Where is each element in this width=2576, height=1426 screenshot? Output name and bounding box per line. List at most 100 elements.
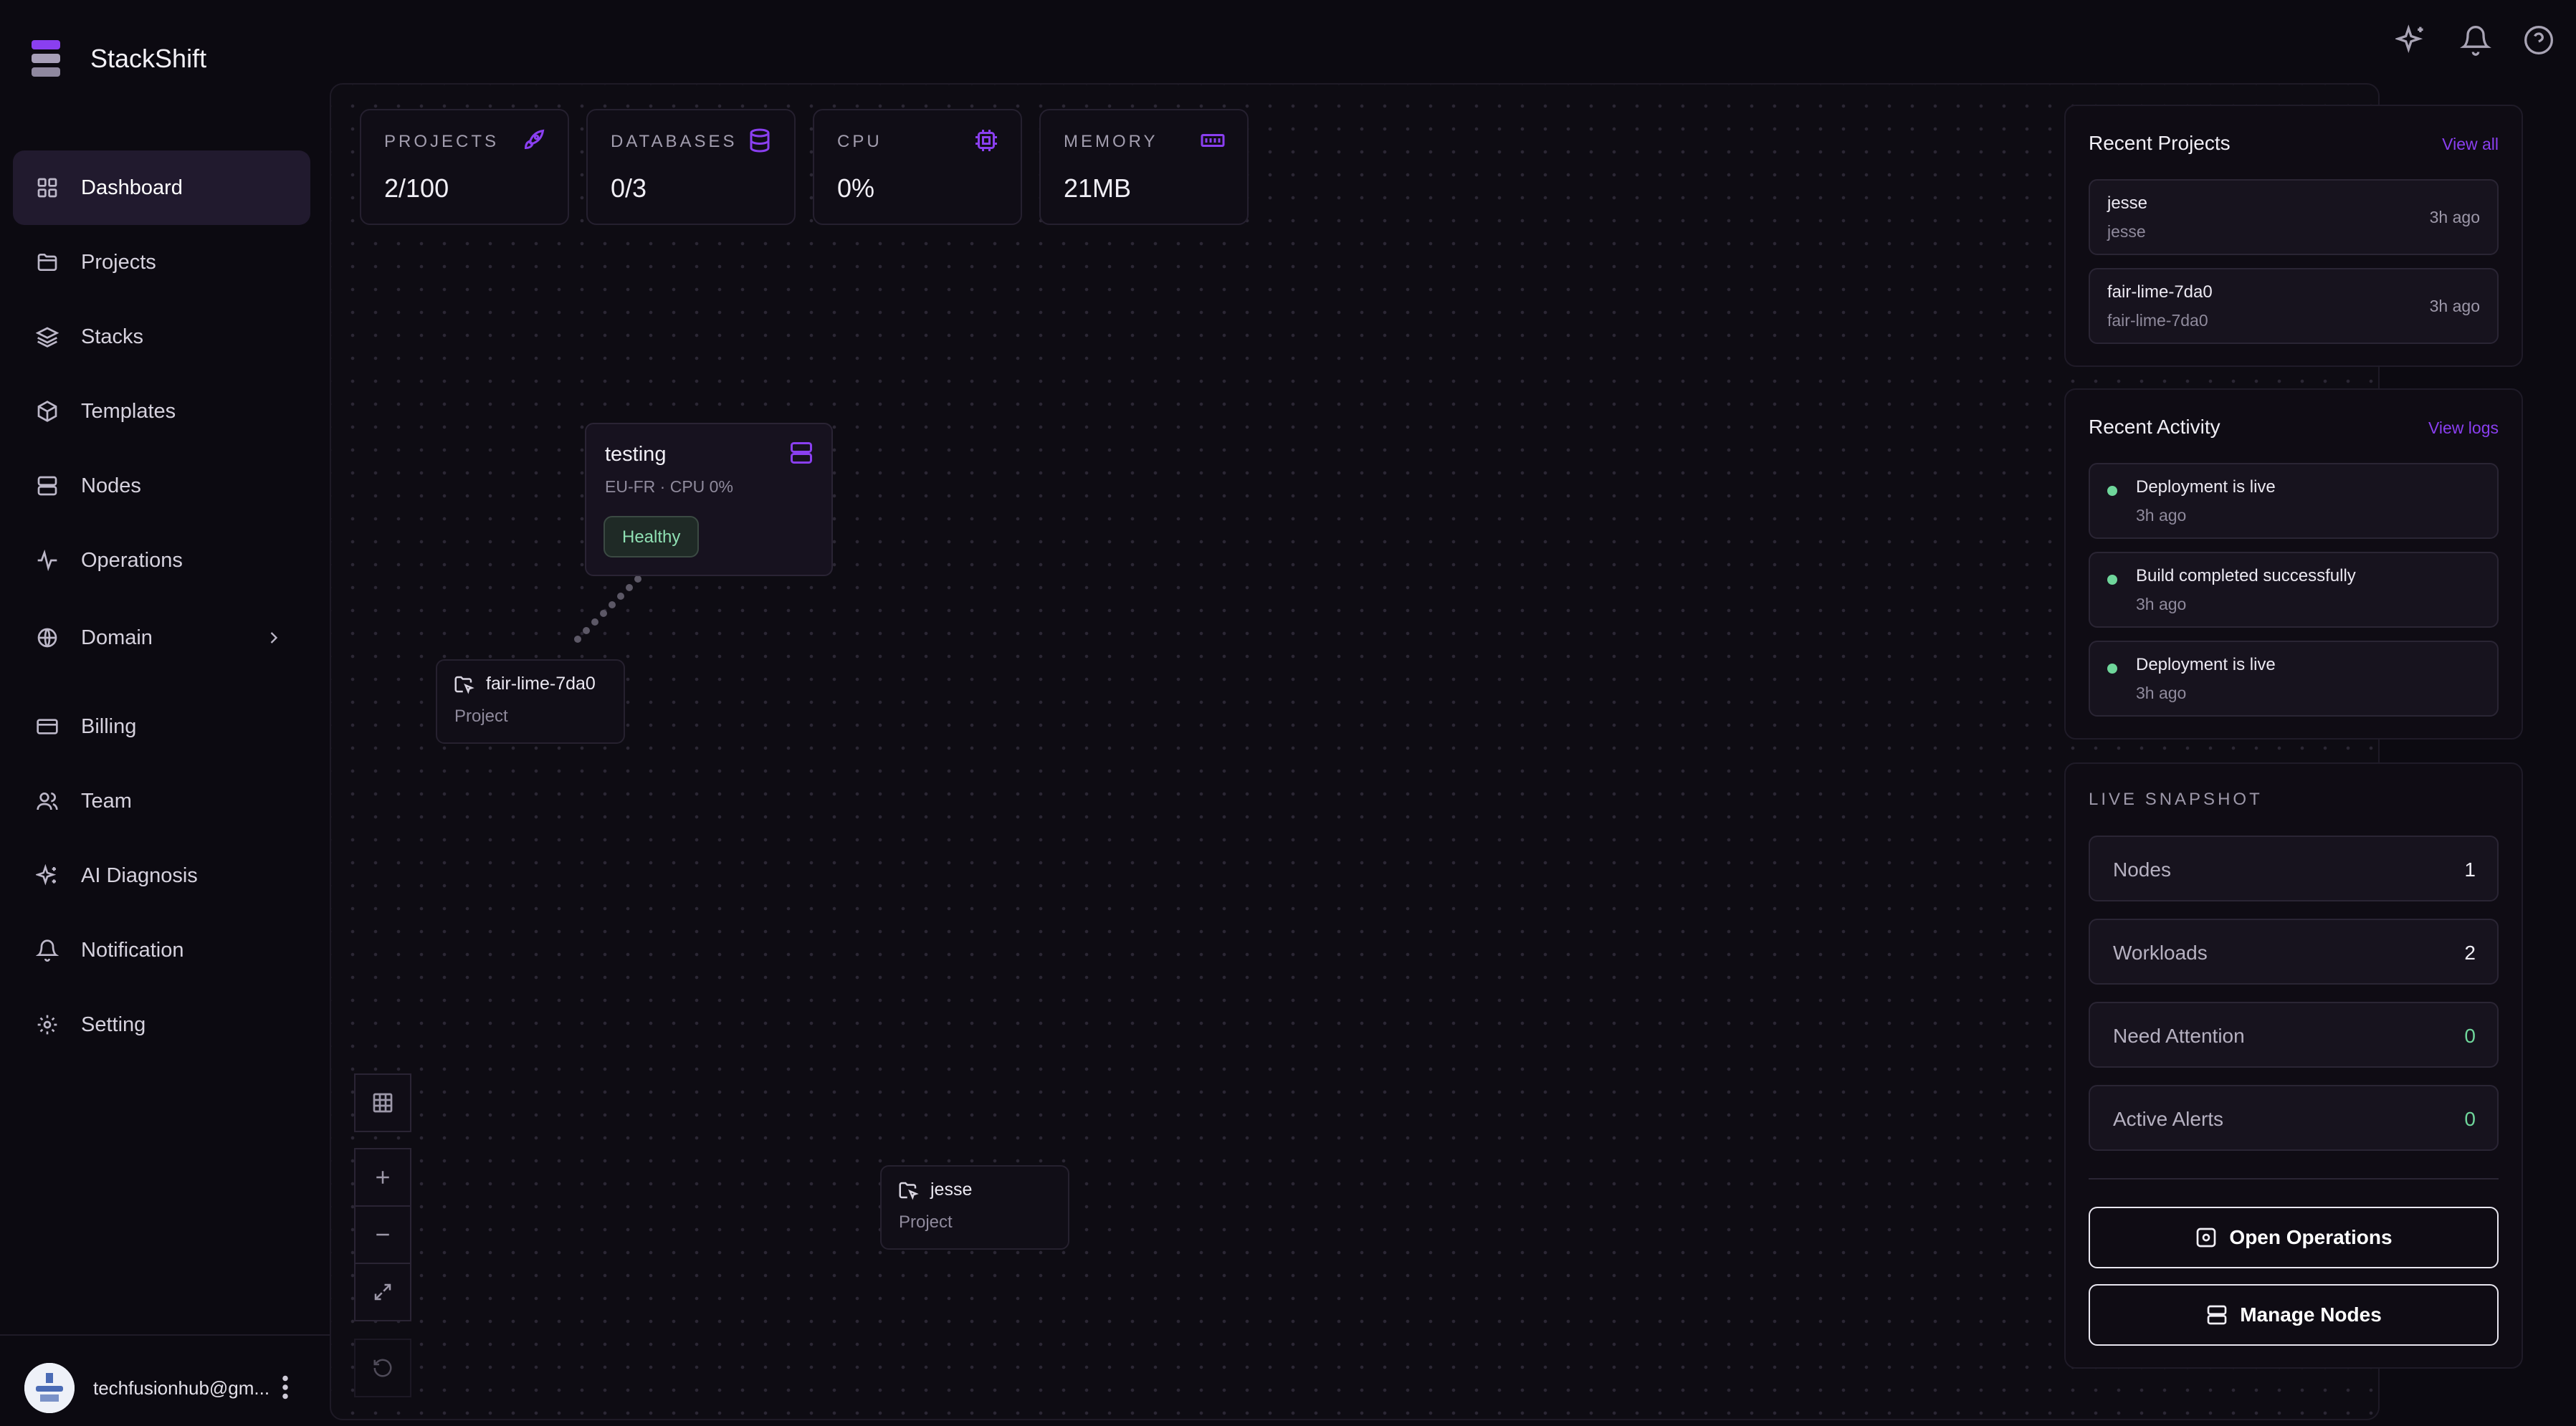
sidebar-item-domain[interactable]: Domain <box>13 600 310 675</box>
stat-label: CPU <box>837 132 882 151</box>
sidebar-item-projects[interactable]: Projects <box>13 225 310 300</box>
bell-icon[interactable] <box>2460 24 2491 56</box>
project-slug: fair-lime-7da0 <box>2107 311 2208 330</box>
project-time: 3h ago <box>2429 297 2480 315</box>
sidebar-item-notification[interactable]: Notification <box>13 913 310 987</box>
cpu-icon <box>975 130 997 151</box>
activity-time: 3h ago <box>2136 506 2187 525</box>
sidebar-item-team[interactable]: Team <box>13 764 310 838</box>
sidebar-item-label: Setting <box>81 1013 146 1036</box>
activity-time: 3h ago <box>2136 684 2187 702</box>
folder-cursor-icon <box>454 676 474 694</box>
reset-view-button[interactable] <box>356 1340 410 1396</box>
snapshot-value: 2 <box>2464 942 2476 964</box>
bell-icon <box>36 939 59 962</box>
stat-label: MEMORY <box>1064 132 1158 151</box>
view-logs-link[interactable]: View logs <box>2428 418 2499 438</box>
operations-icon <box>2197 1228 2216 1248</box>
avatar[interactable] <box>24 1363 75 1413</box>
stat-card-projects: PROJECTS 2/100 <box>360 109 569 225</box>
server-icon <box>791 442 812 464</box>
stat-label: DATABASES <box>611 132 738 151</box>
snapshot-value: 0 <box>2464 1108 2476 1130</box>
sidebar-item-label: Operations <box>81 548 183 572</box>
recent-activity-panel: Recent Activity View logs Deployment is … <box>2064 388 2523 740</box>
sidebar-item-label: Dashboard <box>81 176 183 199</box>
sidebar-item-setting[interactable]: Setting <box>13 987 310 1062</box>
brand-name: StackShift <box>90 44 207 73</box>
recent-project-item[interactable]: jesse jesse 3h ago <box>2089 179 2499 255</box>
project-name: fair-lime-7da0 <box>2107 282 2213 302</box>
activity-text: Deployment is live <box>2136 655 2276 674</box>
grid-icon <box>37 178 57 198</box>
snapshot-row-active-alerts: Active Alerts 0 <box>2089 1085 2499 1151</box>
memory-icon <box>1201 134 1225 147</box>
package-icon <box>37 401 57 422</box>
server-icon <box>37 476 57 496</box>
project-node-jesse[interactable]: jesse Project <box>880 1165 1069 1250</box>
zoom-controls <box>354 1148 411 1321</box>
sidebar-item-label: Notification <box>81 938 184 962</box>
sparkles-icon <box>36 864 57 886</box>
project-node-subtitle: Project <box>454 707 508 726</box>
sidebar-item-label: Templates <box>81 399 176 423</box>
grid-toggle-button[interactable] <box>356 1075 410 1131</box>
divider <box>2089 1178 2499 1179</box>
plus-icon <box>376 1171 389 1184</box>
manage-nodes-button[interactable]: Manage Nodes <box>2089 1284 2499 1346</box>
snapshot-name: Workloads <box>2113 942 2208 964</box>
sidebar-item-label: Projects <box>81 250 156 274</box>
sidebar-item-operations[interactable]: Operations <box>13 523 310 598</box>
open-operations-button[interactable]: Open Operations <box>2089 1207 2499 1268</box>
sidebar-item-stacks[interactable]: Stacks <box>13 300 310 374</box>
sidebar-item-templates[interactable]: Templates <box>13 374 310 449</box>
refresh-icon <box>373 1359 392 1377</box>
layers-icon <box>36 327 59 348</box>
activity-time: 3h ago <box>2136 595 2187 613</box>
stat-value: 2/100 <box>384 173 449 203</box>
sidebar-item-label: Team <box>81 789 132 813</box>
panel-title: LIVE SNAPSHOT <box>2089 790 2263 809</box>
sidebar-item-label: Nodes <box>81 474 141 497</box>
sidebar-item-label: Billing <box>81 714 137 738</box>
activity-item[interactable]: Deployment is live 3h ago <box>2089 463 2499 539</box>
more-vertical-icon[interactable] <box>274 1373 297 1402</box>
folder-icon <box>37 254 57 271</box>
stat-card-memory: MEMORY 21MB <box>1039 109 1249 225</box>
avatar-image <box>24 1363 75 1413</box>
sparkles-icon[interactable] <box>2395 24 2427 56</box>
sidebar-item-dashboard[interactable]: Dashboard <box>13 150 310 225</box>
gear-icon <box>37 1015 57 1035</box>
node-subtitle: EU-FR · CPU 0% <box>605 477 733 496</box>
sidebar-item-label: Domain <box>81 626 153 649</box>
recent-projects-panel: Recent Projects View all jesse jesse 3h … <box>2064 105 2523 367</box>
activity-item[interactable]: Deployment is live 3h ago <box>2089 641 2499 717</box>
server-node-testing[interactable]: testing EU-FR · CPU 0% Healthy <box>585 423 833 576</box>
users-icon <box>37 793 58 810</box>
view-all-link[interactable]: View all <box>2442 135 2499 154</box>
status-dot <box>2107 575 2117 585</box>
database-icon <box>750 128 770 153</box>
snapshot-name: Nodes <box>2113 858 2171 881</box>
panel-title: Recent Activity <box>2089 416 2220 438</box>
recent-project-item[interactable]: fair-lime-7da0 fair-lime-7da0 3h ago <box>2089 268 2499 344</box>
sidebar-item-ai-diagnosis[interactable]: AI Diagnosis <box>13 838 310 913</box>
button-label: Manage Nodes <box>2240 1303 2382 1326</box>
zoom-out-button[interactable] <box>356 1205 410 1263</box>
folder-cursor-icon <box>899 1182 919 1200</box>
node-title: testing <box>605 443 667 466</box>
zoom-in-button[interactable] <box>356 1149 410 1205</box>
help-icon[interactable] <box>2523 24 2554 56</box>
fit-view-button[interactable] <box>356 1263 410 1320</box>
activity-item[interactable]: Build completed successfully 3h ago <box>2089 552 2499 628</box>
sidebar-item-billing[interactable]: Billing <box>13 689 310 764</box>
activity-text: Deployment is live <box>2136 477 2276 497</box>
sidebar-item-nodes[interactable]: Nodes <box>13 449 310 523</box>
stat-card-databases: DATABASES 0/3 <box>586 109 796 225</box>
snapshot-value: 1 <box>2464 858 2476 881</box>
project-node-fair-lime-7da0[interactable]: fair-lime-7da0 Project <box>436 659 625 744</box>
project-node-title: jesse <box>930 1179 973 1200</box>
brand[interactable]: StackShift <box>29 37 206 80</box>
snapshot-row-nodes: Nodes 1 <box>2089 836 2499 901</box>
project-name: jesse <box>2107 193 2148 213</box>
